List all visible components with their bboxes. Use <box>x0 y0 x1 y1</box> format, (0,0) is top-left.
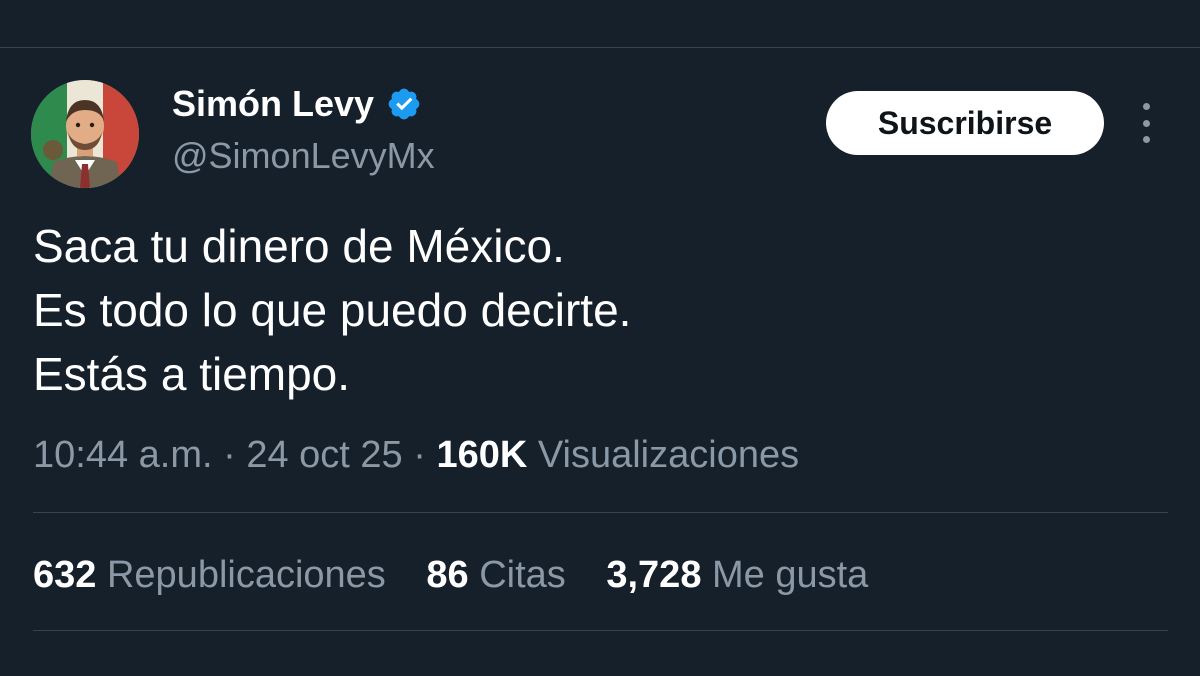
author-handle[interactable]: @SimonLevyMx <box>172 134 435 178</box>
tweet-line: Es todo lo que puedo decirte. <box>33 284 632 336</box>
stats-divider-bottom <box>33 630 1168 631</box>
views-label: Visualizaciones <box>537 434 800 476</box>
tweet-time[interactable]: 10:44 a.m. <box>33 434 213 476</box>
tweet-meta: 10:44 a.m. · 24 oct 25 · 160K Visualizac… <box>33 430 799 480</box>
views-count: 160K <box>436 434 528 476</box>
top-divider <box>0 47 1200 48</box>
likes-stat[interactable]: 3,728 Me gusta <box>606 554 868 596</box>
meta-separator: · <box>413 434 426 476</box>
reposts-label: Republicaciones <box>106 554 386 596</box>
tweet-line: Estás a tiempo. <box>33 348 351 400</box>
reposts-stat[interactable]: 632 Republicaciones <box>33 554 386 596</box>
meta-separator: · <box>223 434 236 476</box>
engagement-stats: 632 Republicaciones 86 Citas 3,728 Me gu… <box>33 550 898 600</box>
avatar-illustration <box>31 80 139 188</box>
reposts-count: 632 <box>33 554 97 596</box>
tweet-line: Saca tu dinero de México. <box>33 220 565 272</box>
subscribe-button[interactable]: Suscribirse <box>826 91 1104 155</box>
tweet-date[interactable]: 24 oct 25 <box>246 434 402 476</box>
likes-label: Me gusta <box>712 554 869 596</box>
tweet-text: Saca tu dinero de México. Es todo lo que… <box>33 214 1163 406</box>
quotes-label: Citas <box>479 554 566 596</box>
verified-badge-icon <box>388 88 420 120</box>
stats-divider-top <box>33 512 1168 513</box>
avatar[interactable] <box>31 80 139 188</box>
likes-count: 3,728 <box>606 554 702 596</box>
quotes-count: 86 <box>426 554 469 596</box>
quotes-stat[interactable]: 86 Citas <box>426 554 565 596</box>
more-vertical-icon <box>1142 103 1150 110</box>
author-display-name[interactable]: Simón Levy <box>172 82 374 126</box>
author-name-row[interactable]: Simón Levy <box>172 82 422 126</box>
more-options-button[interactable] <box>1132 103 1160 143</box>
